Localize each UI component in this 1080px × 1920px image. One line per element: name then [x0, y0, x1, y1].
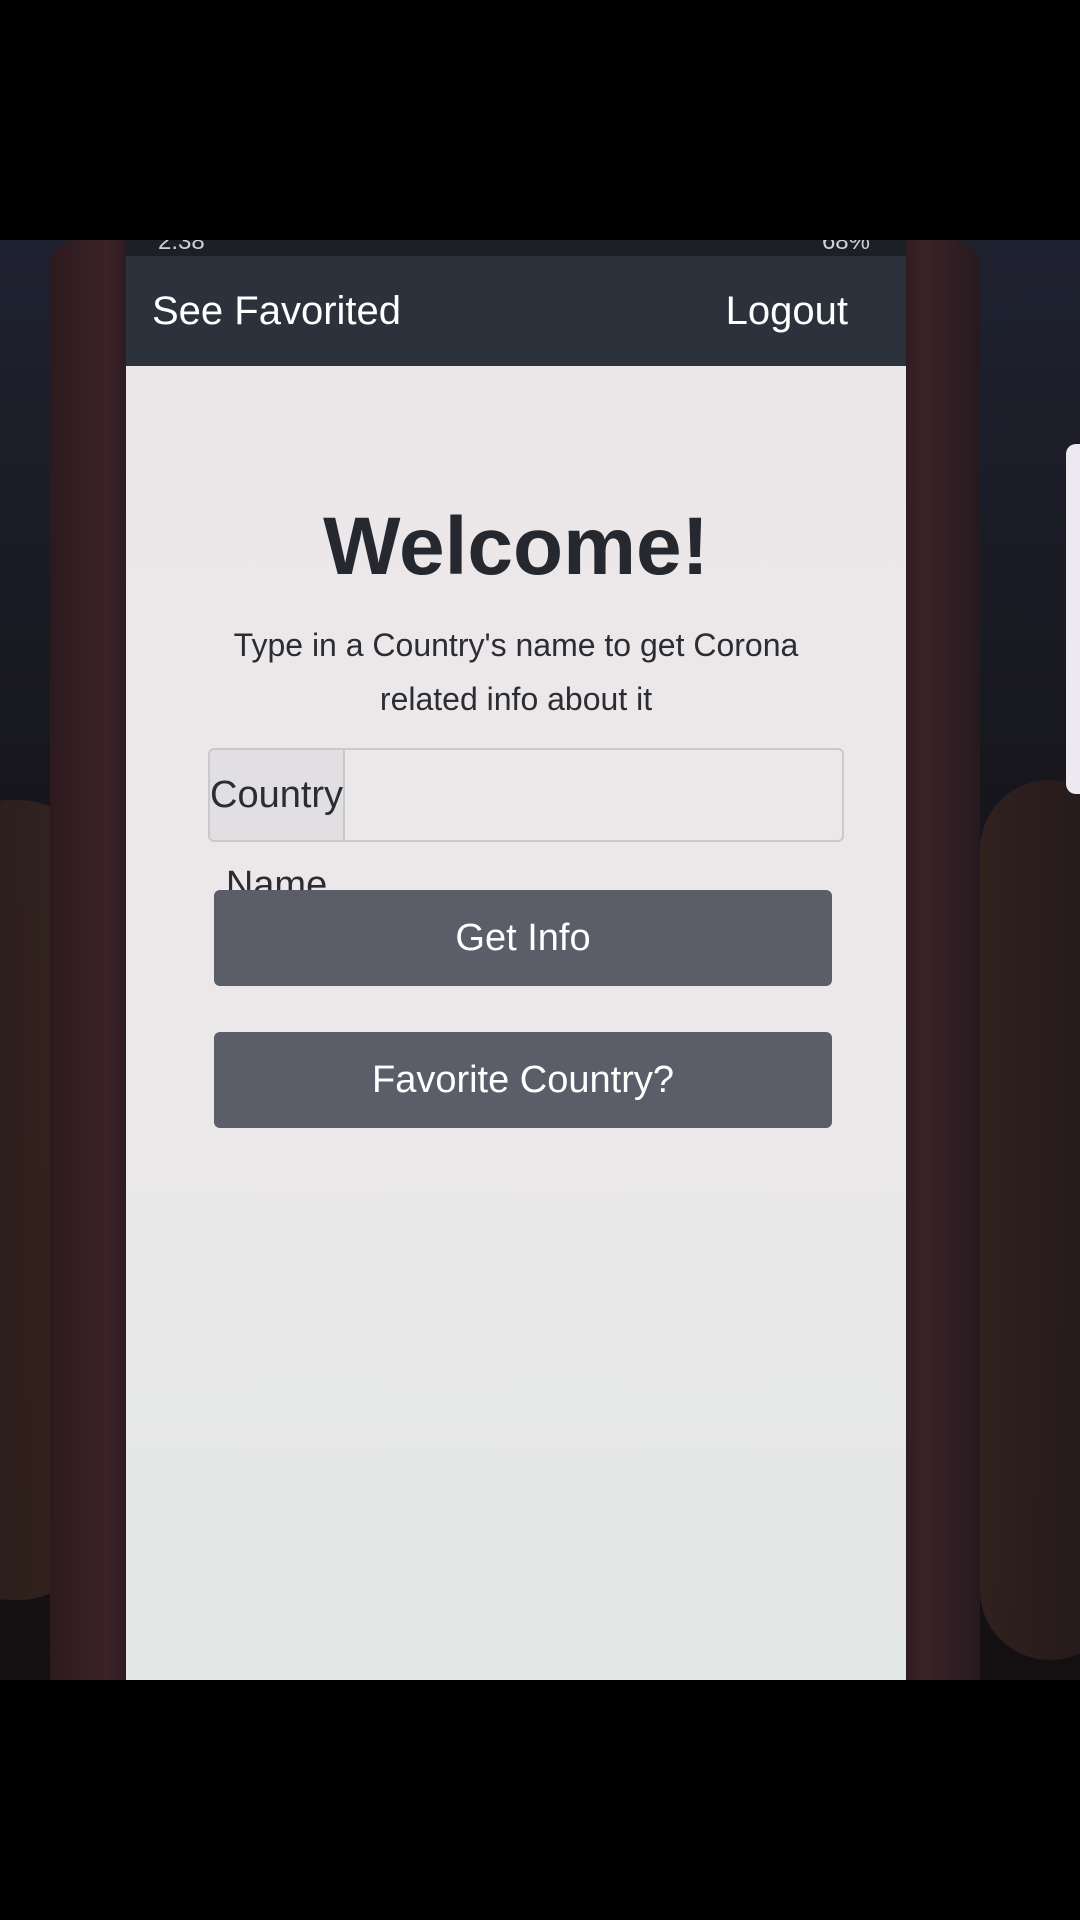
right-hand — [980, 780, 1080, 1660]
battery-indicator: 68% — [821, 240, 870, 255]
welcome-title: Welcome! — [323, 501, 709, 592]
logout-link[interactable]: Logout — [726, 256, 848, 366]
see-favorited-link[interactable]: See Favorited — [152, 256, 401, 366]
app-screen: 2:38 68% See Favorited Logout Welcome! T… — [126, 240, 906, 1680]
welcome-subtitle: Type in a Country's name to get Corona r… — [233, 627, 799, 717]
edge-panel-handle[interactable] — [1066, 444, 1080, 794]
get-info-button[interactable]: Get Info — [214, 890, 832, 986]
favorite-country-button[interactable]: Favorite Country? — [214, 1032, 832, 1128]
country-name-input[interactable] — [345, 748, 845, 842]
top-navbar: See Favorited Logout — [126, 256, 906, 366]
country-input-group: Country Name — [208, 748, 845, 906]
status-bar: 2:38 68% — [126, 240, 906, 256]
status-time: 2:38 — [158, 240, 205, 255]
country-name-label: Country Name — [208, 748, 346, 906]
